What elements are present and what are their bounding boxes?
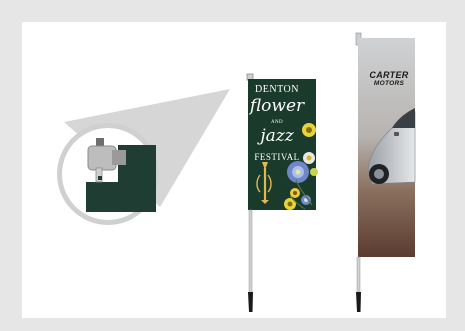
motors-pole-foot bbox=[356, 292, 361, 312]
motors-flag-graphic bbox=[355, 32, 416, 312]
motors-line-carter: CARTER bbox=[369, 70, 409, 80]
image-frame: DENTON flower AND jazz FESTIVAL CARTER M… bbox=[0, 0, 465, 331]
motors-pole bbox=[356, 256, 361, 296]
motors-line-motors: MOTORS bbox=[373, 80, 405, 87]
